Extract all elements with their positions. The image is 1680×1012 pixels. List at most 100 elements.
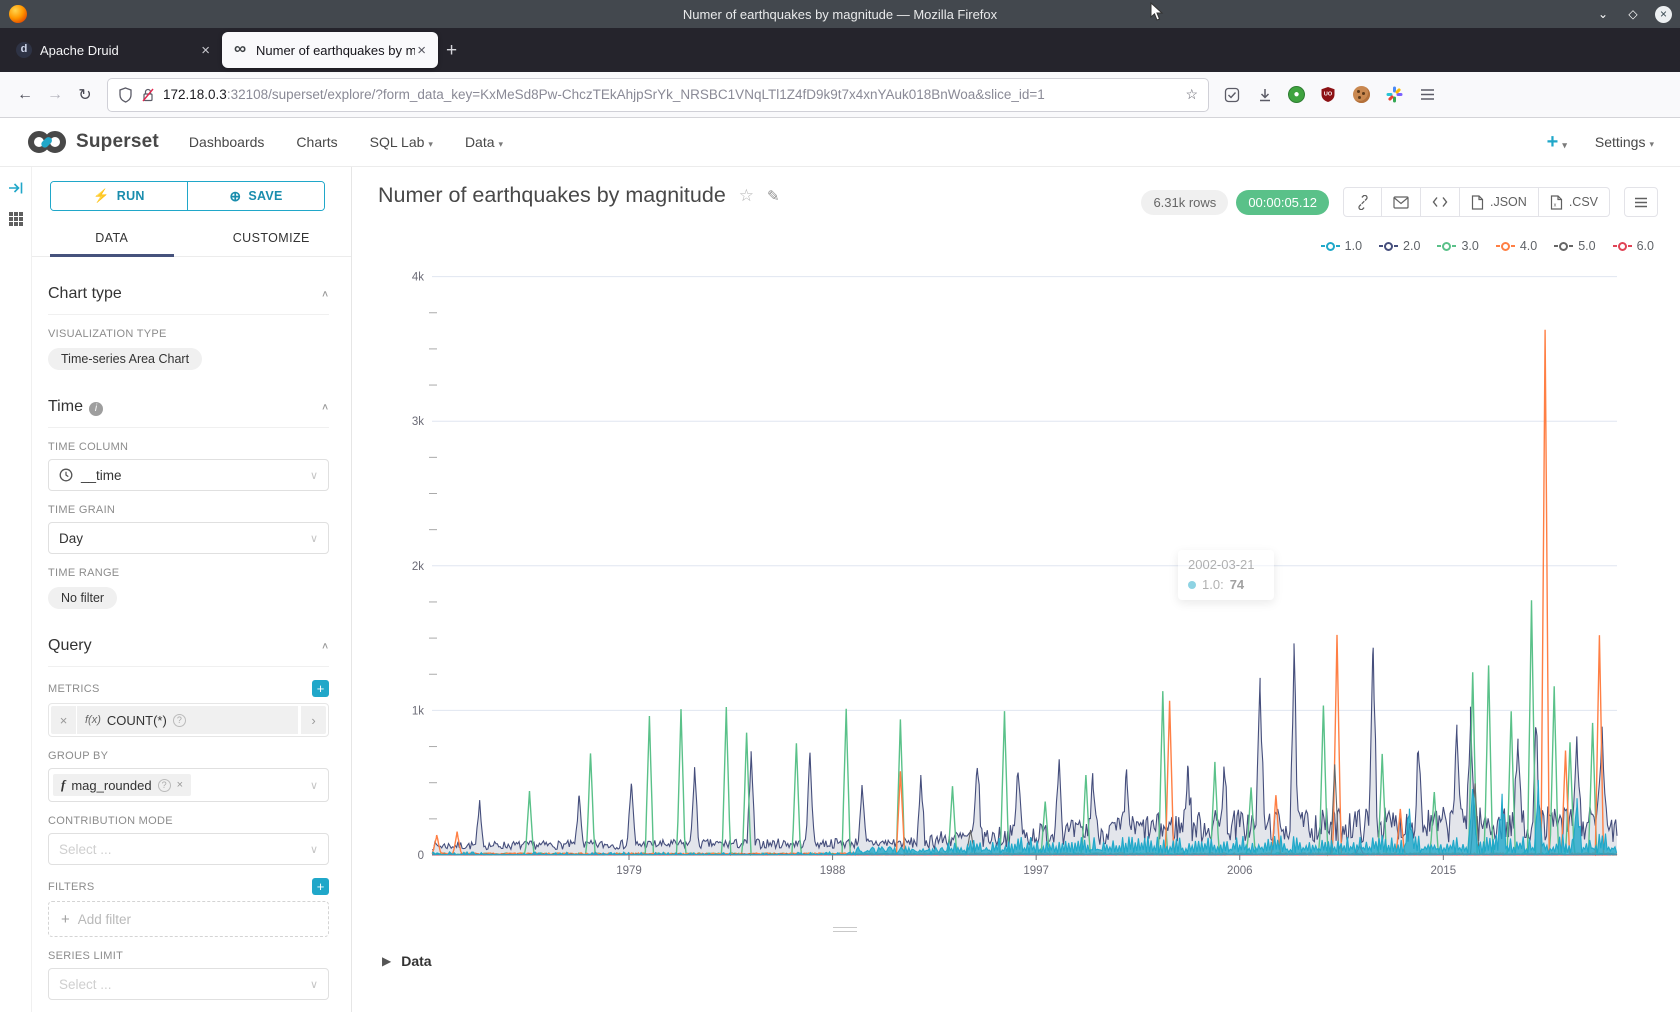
new-tab-button[interactable]: + xyxy=(446,40,457,62)
save-button[interactable]: ⊕SAVE xyxy=(187,182,324,210)
nav-dashboards[interactable]: Dashboards xyxy=(189,134,265,150)
nav-sql-lab[interactable]: SQL Lab▾ xyxy=(370,134,433,150)
tab-strip: d Apache Druid × ∞ Numer of earthquakes … xyxy=(0,28,1680,72)
remove-metric-icon[interactable]: × xyxy=(51,706,77,734)
svg-text:1997: 1997 xyxy=(1023,865,1049,877)
browser-tab-druid[interactable]: d Apache Druid × xyxy=(6,32,222,68)
legend-item-4.0[interactable]: 4.0 xyxy=(1496,239,1537,253)
metric-chip[interactable]: × f(x) COUNT(*) ? › xyxy=(48,703,329,737)
add-filter-button[interactable]: + xyxy=(312,878,329,895)
help-icon: ? xyxy=(173,714,186,727)
tab-close-icon[interactable]: × xyxy=(415,42,428,59)
embed-code-button[interactable] xyxy=(1421,187,1460,217)
favorite-star-icon[interactable]: ☆ xyxy=(739,186,754,206)
file-icon xyxy=(1471,195,1484,210)
viz-type-pill[interactable]: Time-series Area Chart xyxy=(48,348,202,370)
legend-item-5.0[interactable]: 5.0 xyxy=(1554,239,1595,253)
time-grain-select[interactable]: Day ∨ xyxy=(48,522,329,554)
datasource-grid-icon[interactable] xyxy=(8,211,24,227)
extension-pinwheel-icon[interactable] xyxy=(1384,85,1404,105)
section-chart-type[interactable]: Chart type ∧ xyxy=(48,273,329,315)
remove-chip-icon[interactable]: × xyxy=(177,779,183,791)
edit-title-icon[interactable]: ✎ xyxy=(767,187,780,205)
download-icon[interactable] xyxy=(1255,85,1275,105)
time-range-pill[interactable]: No filter xyxy=(48,587,117,609)
email-button[interactable] xyxy=(1382,187,1421,217)
series-limit-select[interactable]: Select ... ∨ xyxy=(48,968,329,1000)
url-toolbar: ← → ↻ 172.18.0.3:32108/superset/explore/… xyxy=(0,72,1680,118)
timer-badge: 00:00:05.12 xyxy=(1236,190,1329,215)
lightning-icon: ⚡ xyxy=(93,188,110,204)
run-button[interactable]: ⚡RUN xyxy=(51,182,187,210)
browser-tab-superset[interactable]: ∞ Numer of earthquakes by ma × xyxy=(222,32,438,68)
reload-icon[interactable]: ↻ xyxy=(70,85,100,105)
legend-marker-icon xyxy=(1501,242,1510,251)
expand-metric-icon[interactable]: › xyxy=(300,706,326,734)
save-page-icon[interactable] xyxy=(1222,85,1242,105)
nav-data[interactable]: Data▾ xyxy=(465,134,503,150)
legend-marker-icon xyxy=(1559,242,1568,251)
tab-data[interactable]: DATA xyxy=(32,219,192,256)
add-metric-button[interactable]: + xyxy=(312,680,329,697)
legend-item-3.0[interactable]: 3.0 xyxy=(1437,239,1478,253)
mouse-cursor xyxy=(1150,2,1164,22)
close-icon[interactable]: × xyxy=(1655,6,1672,23)
data-panel-toggle[interactable]: ▶ Data xyxy=(382,953,432,969)
bookmark-star-icon[interactable]: ☆ xyxy=(1185,86,1198,103)
menu-icon[interactable] xyxy=(1417,85,1437,105)
section-time[interactable]: Timei ∧ xyxy=(48,386,329,428)
minimize-icon[interactable]: ⌄ xyxy=(1595,7,1611,21)
tab-close-icon[interactable]: × xyxy=(199,42,212,59)
new-item-button[interactable]: +▾ xyxy=(1547,131,1567,154)
superset-favicon: ∞ xyxy=(232,42,248,58)
svg-text:2015: 2015 xyxy=(1431,865,1457,877)
timeseries-chart[interactable]: 01k2k3k4k19791988199720062015 xyxy=(392,259,1662,891)
back-icon[interactable]: ← xyxy=(10,86,40,104)
window-title: Numer of earthquakes by magnitude — Mozi… xyxy=(0,7,1680,22)
legend-marker-icon xyxy=(1384,242,1393,251)
export-json-button[interactable]: .JSON xyxy=(1460,187,1539,217)
nav-charts[interactable]: Charts xyxy=(296,134,337,150)
chart-tooltip: 2002-03-21 1.0: 74 xyxy=(1178,550,1274,600)
cookie-icon[interactable] xyxy=(1351,85,1371,105)
legend-item-2.0[interactable]: 2.0 xyxy=(1379,239,1420,253)
series-limit-label: SERIES LIMIT xyxy=(48,950,329,962)
superset-logo[interactable]: Superset xyxy=(26,129,159,155)
panel-tabs: DATA CUSTOMIZE xyxy=(32,219,351,257)
svg-text:2006: 2006 xyxy=(1227,865,1253,877)
column-function-icon: f xyxy=(61,777,65,793)
ublock-origin-icon[interactable]: UO xyxy=(1318,85,1338,105)
info-icon: i xyxy=(89,402,103,416)
window-titlebar: Numer of earthquakes by magnitude — Mozi… xyxy=(0,0,1680,28)
contribution-mode-select[interactable]: Select ... ∨ xyxy=(48,833,329,865)
insecure-lock-icon[interactable] xyxy=(141,87,155,103)
svg-text:3k: 3k xyxy=(412,416,424,428)
metrics-label: METRICS xyxy=(48,683,100,695)
chevron-down-icon: ∨ xyxy=(310,843,318,856)
shield-icon[interactable] xyxy=(118,87,133,103)
chart-legend: 1.0 2.0 3.0 4.0 5.0 6.0 xyxy=(1321,239,1654,253)
group-by-chip[interactable]: f mag_rounded ? × xyxy=(53,774,191,796)
url-input[interactable]: 172.18.0.3:32108/superset/explore/?form_… xyxy=(108,79,1208,111)
legend-item-6.0[interactable]: 6.0 xyxy=(1613,239,1654,253)
add-filter-box[interactable]: + Add filter xyxy=(48,901,329,937)
legend-item-1.0[interactable]: 1.0 xyxy=(1321,239,1362,253)
settings-menu[interactable]: Settings▾ xyxy=(1595,134,1654,150)
forward-icon[interactable]: → xyxy=(40,86,70,104)
maximize-icon[interactable]: ◇ xyxy=(1625,7,1641,21)
export-csv-button[interactable]: x .CSV xyxy=(1539,187,1610,217)
chevron-down-icon: ∨ xyxy=(310,532,318,545)
privacy-badger-icon[interactable]: ● xyxy=(1288,86,1305,103)
help-icon: ? xyxy=(158,779,171,792)
panel-resize-handle[interactable] xyxy=(833,927,857,935)
group-by-label: GROUP BY xyxy=(48,750,329,762)
chart-menu-button[interactable] xyxy=(1624,187,1658,217)
copy-link-button[interactable] xyxy=(1343,187,1382,217)
collapse-panel-icon[interactable] xyxy=(8,181,24,195)
section-query[interactable]: Query ∧ xyxy=(48,625,329,667)
code-icon xyxy=(1432,196,1448,208)
chevron-down-icon: ▾ xyxy=(499,139,504,149)
time-column-select[interactable]: __time ∨ xyxy=(48,459,329,491)
group-by-select[interactable]: f mag_rounded ? × ∨ xyxy=(48,768,329,802)
tab-customize[interactable]: CUSTOMIZE xyxy=(192,219,352,256)
